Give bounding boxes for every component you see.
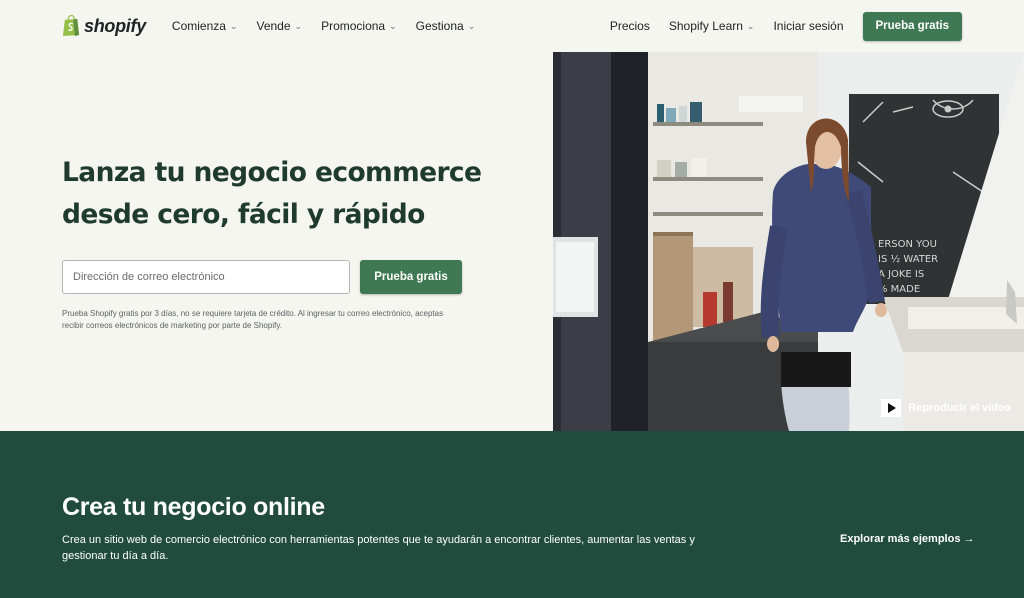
- chevron-down-icon: ⌄: [746, 20, 755, 31]
- hero-video-still[interactable]: ERSON YOU IS ½ WATER A JOKE IS % MADE Re…: [553, 52, 1024, 431]
- create-business-section: Crea tu negocio online Crea un sitio web…: [0, 431, 1024, 598]
- hero-title-line-2: desde cero, fácil y rápido: [62, 199, 425, 230]
- login-link[interactable]: Iniciar sesión: [773, 19, 843, 33]
- section-description: Crea un sitio web de comercio electrónic…: [62, 534, 695, 562]
- explore-examples-link[interactable]: Explorar más ejemplos →: [840, 533, 975, 545]
- header-free-trial-button[interactable]: Prueba gratis: [862, 11, 962, 41]
- nav-right: Precios Shopify Learn ⌄ Iniciar sesión P…: [610, 11, 962, 41]
- play-video-link[interactable]: Reproducir el video: [881, 399, 1011, 417]
- top-navigation: shopify Comienza ⌄ Vende ⌄ Promociona ⌄ …: [0, 0, 1024, 52]
- hero-content: Lanza tu negocio ecommerce desde cero, f…: [62, 152, 492, 332]
- svg-text:ERSON YOU: ERSON YOU: [878, 239, 937, 250]
- shopify-learn-menu[interactable]: Shopify Learn ⌄: [669, 19, 755, 33]
- signup-form: Prueba gratis: [62, 260, 492, 294]
- hero-title-line-1: Lanza tu negocio ecommerce: [62, 157, 482, 188]
- shopify-learn-label: Shopify Learn: [668, 19, 743, 33]
- nav-gestiona[interactable]: Gestiona ⌄: [416, 19, 476, 33]
- nav-vende-label: Vende: [256, 19, 291, 33]
- chevron-down-icon: ⌄: [229, 20, 238, 31]
- nav-gestiona-label: Gestiona: [415, 19, 464, 33]
- shopify-logo[interactable]: shopify: [62, 15, 146, 37]
- email-input[interactable]: [62, 260, 350, 294]
- logo-wordmark: shopify: [84, 15, 146, 36]
- nav-promociona[interactable]: Promociona ⌄: [321, 19, 397, 33]
- shopify-bag-icon: [62, 15, 80, 36]
- nav-promociona-label: Promociona: [321, 19, 386, 33]
- main-nav: Comienza ⌄ Vende ⌄ Promociona ⌄ Gestiona…: [172, 19, 475, 33]
- svg-text:IS ½ WATER: IS ½ WATER: [878, 253, 938, 265]
- chevron-down-icon: ⌄: [467, 20, 476, 31]
- play-video-label: Reproducir el video: [908, 402, 1011, 414]
- nav-vende[interactable]: Vende ⌄: [256, 19, 302, 33]
- play-icon: [881, 399, 902, 417]
- pricing-link[interactable]: Precios: [610, 19, 650, 33]
- section-title: Crea tu negocio online: [62, 493, 325, 521]
- hero-free-trial-button[interactable]: Prueba gratis: [360, 260, 462, 294]
- svg-text:A JOKE IS: A JOKE IS: [878, 269, 924, 280]
- svg-text:% MADE: % MADE: [878, 284, 920, 295]
- chevron-down-icon: ⌄: [294, 20, 303, 31]
- nav-comienza[interactable]: Comienza ⌄: [172, 19, 238, 33]
- store-scene-image: ERSON YOU IS ½ WATER A JOKE IS % MADE: [553, 52, 1024, 431]
- signup-disclaimer: Prueba Shopify gratis por 3 días, no se …: [62, 309, 444, 330]
- hero-title: Lanza tu negocio ecommerce desde cero, f…: [62, 152, 492, 236]
- chevron-down-icon: ⌄: [389, 20, 397, 31]
- nav-comienza-label: Comienza: [171, 19, 226, 33]
